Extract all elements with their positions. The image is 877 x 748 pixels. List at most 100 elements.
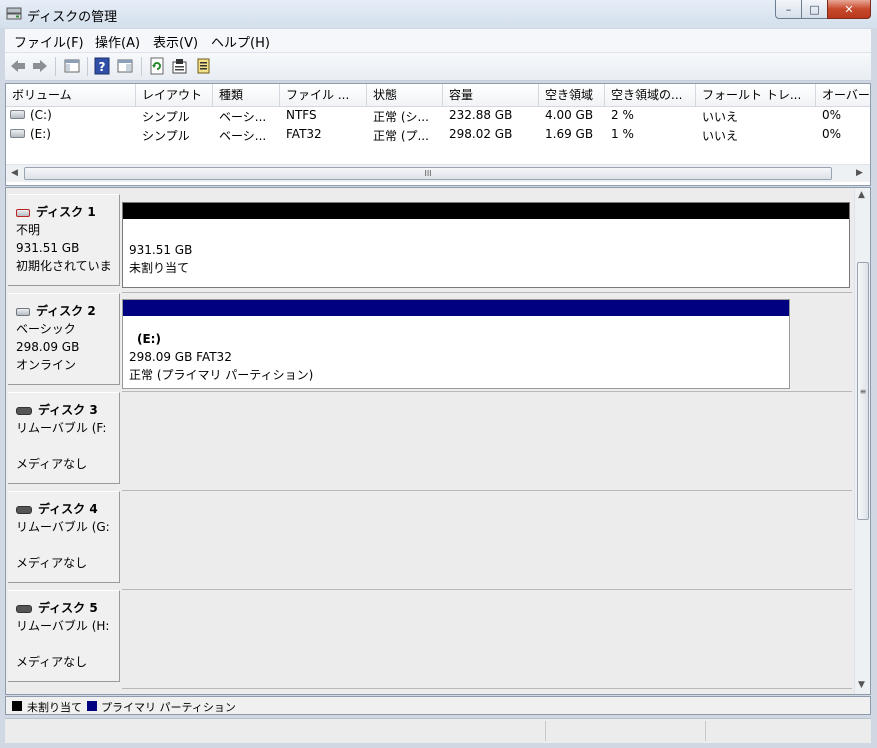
help-icon[interactable]: ? (93, 57, 111, 75)
unallocated-partition[interactable]: 931.51 GB 未割り当て (122, 202, 850, 288)
volume-filesystem: NTFS (286, 108, 317, 122)
refresh-icon[interactable] (148, 57, 166, 75)
volume-filesystem: FAT32 (286, 127, 322, 141)
status-pane (545, 721, 706, 741)
disk-4-label[interactable]: ディスク 4 リムーバブル (G: メディアなし (8, 491, 120, 583)
legend-swatch-unallocated (12, 701, 22, 711)
disk-2-label[interactable]: ディスク 2 ベーシック 298.09 GB オンライン (8, 293, 120, 385)
vertical-scroll-thumb[interactable]: ≡ (857, 262, 869, 520)
volume-fault-tolerance: いいえ (702, 129, 739, 143)
minimize-button[interactable]: – (775, 0, 802, 19)
volume-row[interactable]: (E:) シンプル ベーシ... FAT32 正常 (プ... 298.02 G… (6, 125, 870, 144)
column-header-free-space[interactable]: 空き領域 (539, 84, 605, 106)
menu-file[interactable]: ファイル(F) (14, 32, 84, 51)
disk-3-partition-area (122, 392, 852, 491)
window-title: ディスクの管理 (27, 10, 118, 25)
column-header-volume[interactable]: ボリューム (6, 84, 136, 106)
disk-5-label[interactable]: ディスク 5 リムーバブル (H: メディアなし (8, 590, 120, 682)
volume-type: ベーシ... (219, 110, 267, 124)
toolbar-separator (141, 57, 142, 76)
menu-bar: ファイル(F) 操作(A) 表示(V) ヘルプ(H) (5, 29, 871, 53)
disk-type: リムーバブル (H: (16, 619, 110, 633)
volume-list: ボリューム レイアウト 種類 ファイル ... 状態 容量 空き領域 空き領域の… (5, 83, 871, 186)
volume-capacity: 232.88 GB (449, 108, 513, 122)
disk-status: 初期化されていま (16, 259, 112, 273)
disk-1-partition-area: 931.51 GB 未割り当て (122, 194, 852, 293)
column-header-overhead[interactable]: オーバー (816, 84, 870, 106)
partition-color-bar (123, 203, 849, 219)
disk-title: ディスク 1 (16, 203, 119, 221)
column-header-capacity[interactable]: 容量 (443, 84, 539, 106)
disk-size: 298.09 GB (16, 340, 80, 354)
partition-status: 正常 (プライマリ パーティション) (129, 368, 314, 382)
disk-status: メディアなし (16, 655, 88, 669)
scroll-down-icon[interactable]: ▼ (858, 680, 865, 690)
removable-drive-icon (16, 406, 32, 415)
column-header-fault-tolerance[interactable]: フォールト トレ... (696, 84, 816, 106)
disk-size: 931.51 GB (16, 241, 80, 255)
console-tree-icon[interactable] (63, 57, 81, 75)
disk-5-partition-area (122, 590, 852, 689)
close-icon: ✕ (844, 2, 854, 16)
disk-1-label[interactable]: ディスク 1 不明 931.51 GB 初期化されていま (8, 194, 120, 286)
partition-color-bar (123, 300, 789, 316)
show-pane-icon[interactable] (116, 57, 134, 75)
disk-unknown-icon (16, 208, 30, 217)
column-header-layout[interactable]: レイアウト (136, 84, 213, 106)
legend: 未割り当て プライマリ パーティション (5, 696, 871, 715)
menu-view[interactable]: 表示(V) (153, 32, 198, 51)
hard-disk-icon (16, 307, 30, 316)
menu-help[interactable]: ヘルプ(H) (211, 32, 270, 51)
volume-list-header: ボリューム レイアウト 種類 ファイル ... 状態 容量 空き領域 空き領域の… (6, 84, 870, 107)
properties-icon[interactable] (171, 57, 189, 75)
legend-swatch-primary (87, 701, 97, 711)
menu-action[interactable]: 操作(A) (95, 32, 140, 51)
volume-fault-tolerance: いいえ (702, 110, 739, 124)
scroll-left-icon[interactable]: ◀ (11, 168, 18, 178)
volume-row[interactable]: (C:) シンプル ベーシ... NTFS 正常 (シ... 232.88 GB… (6, 106, 870, 125)
disk-2-partition-area: (E:) 298.09 GB FAT32 正常 (プライマリ パーティション) (122, 293, 852, 392)
back-arrow-icon[interactable] (9, 57, 27, 75)
disk-4-partition-area (122, 491, 852, 590)
disk-type: 不明 (16, 223, 41, 237)
title-bar: ディスクの管理 – □ ✕ (0, 0, 877, 28)
hard-drive-icon (10, 110, 25, 119)
partition-size: 298.09 GB FAT32 (129, 350, 232, 364)
volume-layout: シンプル (142, 110, 190, 124)
volume-percent-free: 2 % (611, 108, 634, 122)
maximize-button[interactable]: □ (801, 0, 828, 19)
volume-overhead: 0% (822, 127, 842, 141)
scroll-right-icon[interactable]: ▶ (856, 168, 863, 178)
hard-drive-icon (10, 129, 25, 138)
toolbar-separator (55, 57, 56, 76)
disk-size (16, 635, 119, 653)
column-header-type[interactable]: 種類 (213, 84, 280, 106)
vertical-scrollbar[interactable]: ▲ ≡ ▼ (854, 188, 870, 694)
primary-partition-e[interactable]: (E:) 298.09 GB FAT32 正常 (プライマリ パーティション) (122, 299, 790, 389)
volume-percent-free: 1 % (611, 127, 634, 141)
export-list-icon[interactable] (195, 57, 213, 75)
status-pane (705, 721, 872, 741)
partition-name: (E:) (137, 332, 161, 346)
forward-arrow-icon[interactable] (31, 57, 49, 75)
volume-status: 正常 (プ... (373, 129, 429, 143)
volume-status: 正常 (シ... (373, 110, 429, 124)
column-header-status[interactable]: 状態 (367, 84, 443, 106)
volume-layout: シンプル (142, 129, 190, 143)
maximize-icon: □ (809, 2, 820, 16)
horizontal-scrollbar[interactable]: ◀ III ▶ (6, 164, 870, 182)
disk-size (16, 437, 119, 455)
disk-type: リムーバブル (G: (16, 520, 110, 534)
removable-drive-icon (16, 604, 32, 613)
column-header-filesystem[interactable]: ファイル ... (280, 84, 367, 106)
scroll-up-icon[interactable]: ▲ (858, 190, 865, 200)
disk-status: オンライン (16, 358, 77, 372)
close-button[interactable]: ✕ (827, 0, 871, 19)
horizontal-scroll-thumb[interactable]: III (24, 167, 832, 180)
disk-3-label[interactable]: ディスク 3 リムーバブル (F: メディアなし (8, 392, 120, 484)
column-header-percent-free[interactable]: 空き領域の... (605, 84, 696, 106)
volume-name: (E:) (30, 127, 51, 141)
disk-status: メディアなし (16, 457, 88, 471)
disk-type: リムーバブル (F: (16, 421, 107, 435)
svg-text:?: ? (99, 60, 106, 74)
